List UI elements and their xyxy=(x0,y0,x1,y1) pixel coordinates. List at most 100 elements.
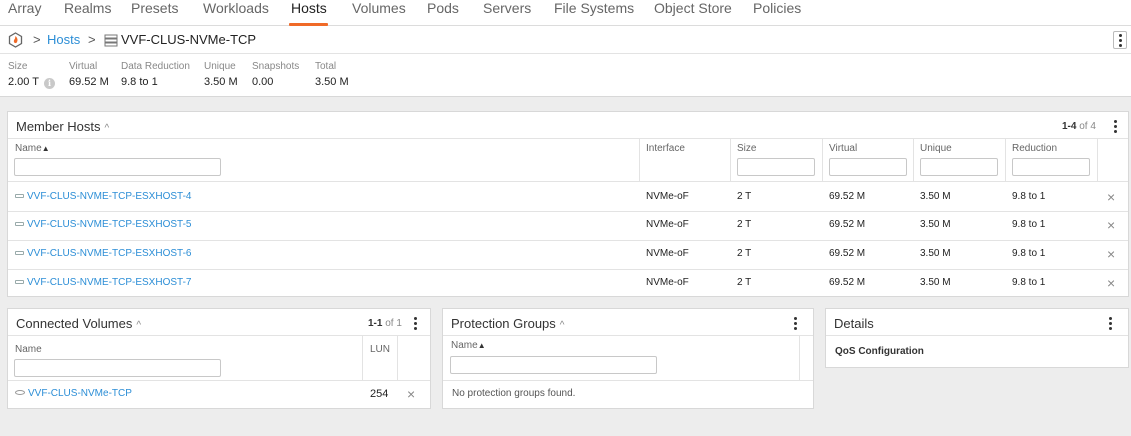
host-reduction: 9.8 to 1 xyxy=(1012,277,1046,288)
protection-group-filter-input[interactable] xyxy=(450,356,657,374)
stat-data-reduction-label: Data Reduction xyxy=(121,61,190,72)
stat-snapshots-value: 0.00 xyxy=(252,76,274,88)
remove-host-icon[interactable]: × xyxy=(1107,218,1115,232)
protection-groups-empty-text: No protection groups found. xyxy=(452,388,576,399)
host-reduction: 9.8 to 1 xyxy=(1012,248,1046,259)
chevron-up-icon[interactable]: ^ xyxy=(105,123,110,134)
protection-groups-panel: Protection Groups ^ Name▲ No protection g… xyxy=(442,308,814,409)
tab-file-systems[interactable]: File Systems xyxy=(554,0,634,16)
column-header-unique[interactable]: Unique xyxy=(920,143,952,154)
remove-host-icon[interactable]: × xyxy=(1107,247,1115,261)
flame-logo-icon[interactable] xyxy=(8,32,23,48)
table-row[interactable]: VVF-CLUS-NVMe-TCP 254 × xyxy=(8,381,430,409)
hostgroup-icon xyxy=(104,34,118,47)
name-filter-input[interactable] xyxy=(14,158,221,176)
tab-volumes[interactable]: Volumes xyxy=(352,0,406,16)
info-icon[interactable]: i xyxy=(44,78,55,89)
tab-presets[interactable]: Presets xyxy=(131,0,178,16)
host-name-link[interactable]: VVF-CLUS-NVME-TCP-ESXHOST-6 xyxy=(15,248,191,259)
host-icon xyxy=(15,194,24,198)
reduction-filter-input[interactable] xyxy=(1012,158,1090,176)
host-size: 2 T xyxy=(737,191,752,202)
column-header-reduction[interactable]: Reduction xyxy=(1012,143,1057,154)
column-header-lun[interactable]: LUN xyxy=(370,344,390,355)
host-size: 2 T xyxy=(737,248,752,259)
sort-asc-icon: ▲ xyxy=(41,144,50,153)
tab-object-store[interactable]: Object Store xyxy=(654,0,732,16)
host-name-link[interactable]: VVF-CLUS-NVME-TCP-ESXHOST-4 xyxy=(15,191,191,202)
tab-servers[interactable]: Servers xyxy=(483,0,531,16)
remove-host-icon[interactable]: × xyxy=(1107,276,1115,290)
tab-hosts[interactable]: Hosts xyxy=(291,0,327,16)
breadcrumb-hosts-link[interactable]: Hosts xyxy=(47,32,80,48)
protection-groups-menu-icon[interactable] xyxy=(792,316,798,330)
connected-volumes-menu-icon[interactable] xyxy=(412,316,418,330)
host-icon xyxy=(15,251,24,255)
host-name-link[interactable]: VVF-CLUS-NVME-TCP-ESXHOST-5 xyxy=(15,219,191,230)
unique-filter-input[interactable] xyxy=(920,158,998,176)
host-virtual: 69.52 M xyxy=(829,277,866,288)
connected-volumes-header: Connected Volumes ^ 1-1 of 1 xyxy=(8,309,430,336)
table-row[interactable]: VVF-CLUS-NVME-TCP-ESXHOST-6 NVMe-oF 2 T … xyxy=(8,240,1128,269)
host-interface: NVMe-oF xyxy=(646,248,689,259)
host-interface: NVMe-oF xyxy=(646,219,689,230)
page-menu-button[interactable] xyxy=(1113,31,1127,49)
details-title: Details xyxy=(834,316,874,331)
column-header-interface[interactable]: Interface xyxy=(646,143,685,154)
tab-realms[interactable]: Realms xyxy=(64,0,111,16)
tab-workloads[interactable]: Workloads xyxy=(203,0,269,16)
breadcrumb-separator: > xyxy=(33,32,41,47)
member-hosts-menu-icon[interactable] xyxy=(1112,119,1118,133)
tab-pods[interactable]: Pods xyxy=(427,0,459,16)
connected-volumes-panel: Connected Volumes ^ 1-1 of 1 Name LUN VVF… xyxy=(7,308,431,409)
qos-configuration-label: QoS Configuration xyxy=(835,346,924,357)
virtual-filter-input[interactable] xyxy=(829,158,907,176)
host-unique: 3.50 M xyxy=(920,248,951,259)
details-panel: Details QoS Configuration xyxy=(825,308,1129,368)
member-hosts-header: Member Hosts ^ 1-4 of 4 xyxy=(8,112,1128,139)
host-name-link[interactable]: VVF-CLUS-NVME-TCP-ESXHOST-7 xyxy=(15,277,191,288)
connected-volumes-title[interactable]: Connected Volumes ^ xyxy=(16,316,141,331)
volume-name-link[interactable]: VVF-CLUS-NVMe-TCP xyxy=(15,388,132,399)
table-row[interactable]: VVF-CLUS-NVME-TCP-ESXHOST-5 NVMe-oF 2 T … xyxy=(8,211,1128,240)
column-header-name[interactable]: Name▲ xyxy=(15,143,50,154)
member-hosts-title[interactable]: Member Hosts ^ xyxy=(16,119,109,134)
tab-policies[interactable]: Policies xyxy=(753,0,801,16)
tab-array[interactable]: Array xyxy=(8,0,41,16)
host-reduction: 9.8 to 1 xyxy=(1012,191,1046,202)
stat-total-label: Total xyxy=(315,61,337,72)
chevron-up-icon[interactable]: ^ xyxy=(560,320,565,331)
column-header-virtual[interactable]: Virtual xyxy=(829,143,857,154)
stat-virtual-value: 69.52 M xyxy=(69,76,109,88)
remove-host-icon[interactable]: × xyxy=(1107,190,1115,204)
volume-name-filter-input[interactable] xyxy=(14,359,221,377)
stat-unique-value: 3.50 M xyxy=(204,76,238,88)
table-row[interactable]: VVF-CLUS-NVME-TCP-ESXHOST-7 NVMe-oF 2 T … xyxy=(8,269,1128,296)
host-interface: NVMe-oF xyxy=(646,191,689,202)
column-header-name[interactable]: Name▲ xyxy=(451,340,486,351)
stat-data-reduction-value: 9.8 to 1 xyxy=(121,76,158,88)
member-hosts-pager: 1-4 of 4 xyxy=(1062,121,1096,132)
stat-size-label: Size xyxy=(8,61,28,72)
size-filter-input[interactable] xyxy=(737,158,815,176)
host-size: 2 T xyxy=(737,219,752,230)
stat-total-value: 3.50 M xyxy=(315,76,349,88)
details-menu-icon[interactable] xyxy=(1107,316,1113,330)
volume-icon xyxy=(15,390,25,395)
host-size: 2 T xyxy=(737,277,752,288)
host-unique: 3.50 M xyxy=(920,191,951,202)
disconnect-volume-icon[interactable]: × xyxy=(407,387,415,401)
column-header-size[interactable]: Size xyxy=(737,143,756,154)
column-header-name[interactable]: Name xyxy=(15,344,42,355)
breadcrumb-current: VVF-CLUS-NVMe-TCP xyxy=(121,32,257,47)
protection-groups-title[interactable]: Protection Groups ^ xyxy=(451,316,564,331)
host-unique: 3.50 M xyxy=(920,219,951,230)
table-row[interactable]: VVF-CLUS-NVME-TCP-ESXHOST-4 NVMe-oF 2 T … xyxy=(8,182,1128,211)
stats-bar: Size 2.00 T i Virtual 69.52 M Data Reduc… xyxy=(0,54,1131,97)
member-hosts-panel: Member Hosts ^ 1-4 of 4 Name▲ Interface S… xyxy=(7,111,1129,297)
chevron-up-icon[interactable]: ^ xyxy=(136,320,141,331)
host-virtual: 69.52 M xyxy=(829,191,866,202)
host-icon xyxy=(15,222,24,226)
stat-snapshots-label: Snapshots xyxy=(252,61,300,72)
volume-lun: 254 xyxy=(370,388,389,400)
